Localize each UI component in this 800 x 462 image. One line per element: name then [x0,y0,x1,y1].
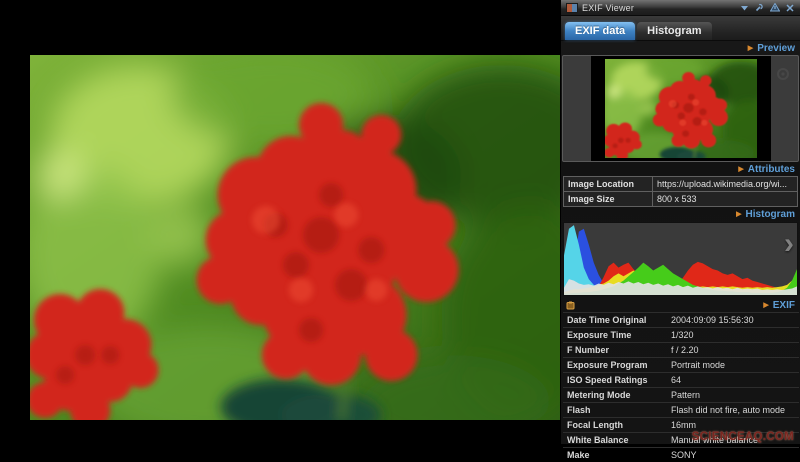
exif-value: Portrait mode [667,358,799,373]
exif-label: Date Time Original [563,313,667,328]
section-arrow-icon: ▶ [736,211,741,218]
photo-viewer-canvas [0,0,560,444]
exif-label: Exposure Time [563,328,667,343]
preview-header-label: Preview [757,43,795,54]
tab-bar: EXIF data Histogram [561,16,800,41]
histogram-chart [564,223,797,295]
preview-thumbnail[interactable] [605,59,757,158]
attribute-value: 800 x 533 [653,192,798,207]
table-row: F Number f / 2.20 [563,343,799,358]
table-row: ISO Speed Ratings 64 [563,373,799,388]
exif-label: Flash [563,403,667,418]
exif-label: ISO Speed Ratings [563,373,667,388]
exif-value: SONY [667,448,799,462]
exif-value: 2004:09:09 15:56:30 [667,313,799,328]
attributes-section-header[interactable]: ▶ Attributes [561,162,800,176]
attribute-value: https://upload.wikimedia.org/wi... [653,177,798,192]
preview-box [562,55,799,162]
flower-photo [30,55,560,420]
attributes-table: Image Location https://upload.wikimedia.… [563,176,798,207]
section-arrow-icon: ▶ [738,166,743,173]
close-icon[interactable] [784,3,795,13]
table-row: Date Time Original 2004:09:09 15:56:30 [563,313,799,328]
table-row: Image Location https://upload.wikimedia.… [564,177,798,192]
table-row: Make SONY [563,448,799,462]
table-row: Flash Flash did not fire, auto mode [563,403,799,418]
exif-label: F Number [563,343,667,358]
tab-exif-data[interactable]: EXIF data [565,22,635,40]
watermark: SCIENCEAQ.COM [692,431,794,443]
exif-header-label: EXIF [773,300,795,311]
exif-label: Exposure Program [563,358,667,373]
exif-viewer-panel: EXIF Viewer EXIF data Histogram ▶ Pr [560,0,800,444]
exif-section-header[interactable]: ▶ EXIF [561,298,800,312]
alert-triangle-icon[interactable] [769,3,780,13]
exif-value: Pattern [667,388,799,403]
section-arrow-icon: ▶ [748,45,753,52]
exif-value: f / 2.20 [667,343,799,358]
attributes-header-label: Attributes [748,164,795,175]
collapse-icon[interactable] [739,3,750,13]
table-row: Metering Mode Pattern [563,388,799,403]
gear-icon[interactable] [775,66,791,87]
next-arrow-icon[interactable]: › [784,229,794,259]
tab-histogram[interactable]: Histogram [637,22,711,40]
preview-thumbnail-mat [591,56,771,161]
exif-label: Make [563,448,667,462]
exif-value: 1/320 [667,328,799,343]
wrench-icon[interactable] [754,3,765,13]
app-icon [566,3,578,13]
table-row: Exposure Program Portrait mode [563,358,799,373]
attribute-label: Image Size [564,192,653,207]
histogram-header-label: Histogram [746,209,795,220]
histogram-box: › [563,222,798,296]
attribute-label: Image Location [564,177,653,192]
exif-label: White Balance [563,433,667,448]
table-row: Image Size 800 x 533 [564,192,798,207]
clipboard-icon[interactable] [566,301,575,310]
panel-titlebar: EXIF Viewer [561,0,800,16]
exif-label: Focal Length [563,418,667,433]
exif-value: 64 [667,373,799,388]
preview-section-header[interactable]: ▶ Preview [561,41,800,55]
histogram-section-header[interactable]: ▶ Histogram [561,207,800,221]
exif-value: Flash did not fire, auto mode [667,403,799,418]
section-arrow-icon: ▶ [763,302,768,309]
panel-title: EXIF Viewer [582,3,735,13]
exif-label: Metering Mode [563,388,667,403]
table-row: Exposure Time 1/320 [563,328,799,343]
